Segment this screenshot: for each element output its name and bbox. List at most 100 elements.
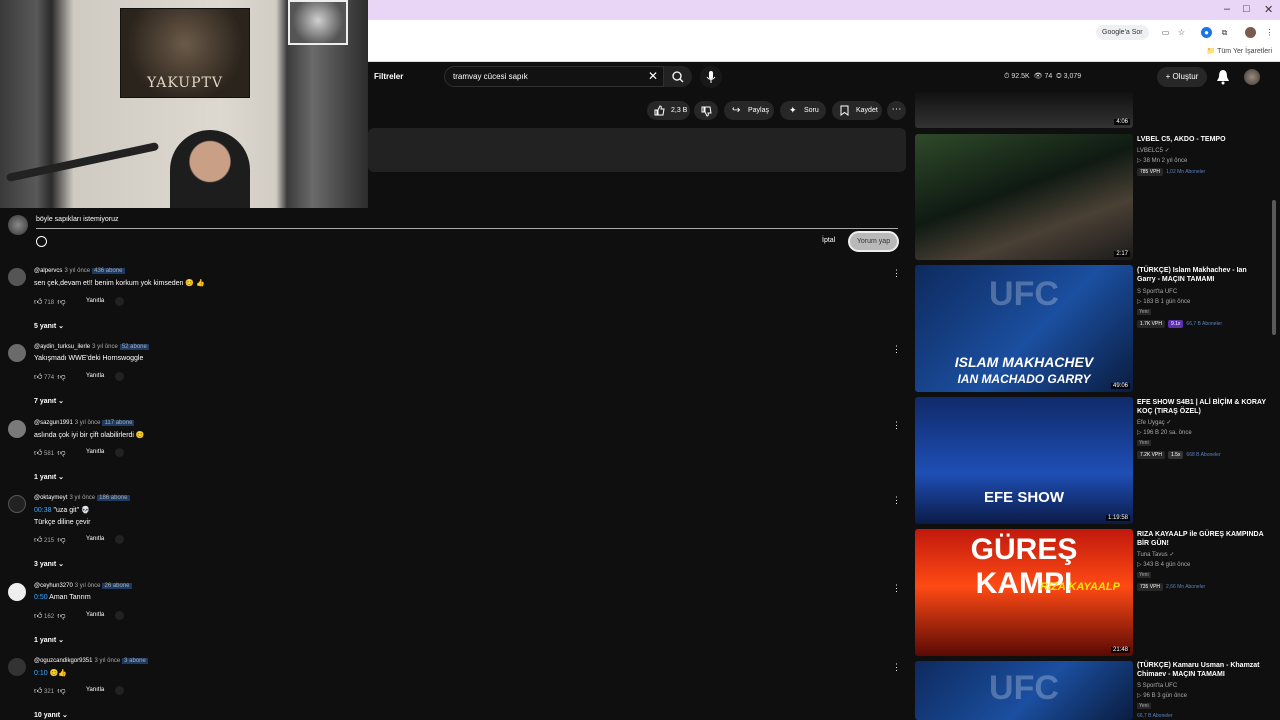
comment-like[interactable]: 👍︎ 215 👎︎ [34, 535, 66, 545]
timestamp-link[interactable]: 0:10 [34, 670, 48, 677]
account-avatar[interactable] [1244, 69, 1260, 85]
comment-avatar[interactable] [8, 420, 26, 438]
cancel-button[interactable]: İptal [822, 237, 835, 244]
comment-author[interactable]: @alpervcs [34, 268, 62, 274]
search-button[interactable] [664, 66, 692, 87]
comment-like[interactable]: 👍︎ 774 👎︎ [34, 372, 66, 382]
extension-icon[interactable]: ● [1201, 27, 1212, 38]
video-title[interactable]: RIZA KAYAALP ile GÜREŞ KAMPINDA BİR GÜN! [1137, 530, 1267, 548]
comment-like[interactable]: 👍︎ 718 👎︎ [34, 297, 66, 307]
video-channel[interactable]: S Sport'ta UFC [1137, 682, 1177, 691]
reply-button[interactable]: Yanıtla [86, 373, 104, 379]
video-channel[interactable]: Tuna Tavus ✓ [1137, 551, 1174, 560]
clear-search-icon[interactable]: ✕ [648, 69, 658, 83]
minimize-button[interactable]: – [1224, 3, 1230, 15]
video-stats: 1.7K VPH 9.1x 66,7 B Aboneler [1137, 320, 1222, 328]
video-title[interactable]: EFE SHOW S4B1 | ALİ BİÇİM & KORAY KOÇ (T… [1137, 398, 1267, 416]
comment-author[interactable]: @aydin_turksu_ilerle [34, 344, 90, 350]
like-button[interactable]: 2,3 B [647, 101, 690, 120]
share-button[interactable]: ↪ Paylaş [724, 101, 774, 120]
comment-like[interactable]: 👍︎ 581 👎︎ [34, 448, 66, 458]
star-icon[interactable]: ☆ [1176, 27, 1187, 38]
comment-meta: @aydin_turksu_ilerle 3 yıl önce 52 abone [34, 344, 149, 350]
reaction-dot [115, 535, 124, 544]
filters-button[interactable]: Filtreler [374, 72, 403, 81]
replies-toggle[interactable]: 5 yanıt ⌄ [34, 322, 64, 330]
puzzle-icon[interactable]: ⧉ [1219, 27, 1230, 38]
bell-icon[interactable] [1216, 69, 1230, 85]
reply-button[interactable]: Yanıtla [86, 298, 104, 304]
video-title[interactable]: (TÜRKÇE) Islam Makhachev - Ian Garry - M… [1137, 266, 1267, 284]
comment-author[interactable]: @oktaymeyt [34, 495, 67, 501]
reaction-dot [115, 297, 124, 306]
translate-link[interactable]: Türkçe diline çevir [34, 519, 90, 526]
video-channel[interactable]: Efe Uygaç ✓ [1137, 419, 1171, 428]
comment-like[interactable]: 👍︎ 321 👎︎ [34, 686, 66, 696]
emoji-icon[interactable] [36, 236, 47, 247]
video-title[interactable]: LVBEL C5, AKDO - TEMPO [1137, 135, 1267, 144]
bookmark-icon [840, 105, 849, 116]
replies-toggle[interactable]: 1 yanıt ⌄ [34, 473, 64, 481]
close-window-button[interactable]: ✕ [1264, 3, 1273, 16]
reply-button[interactable]: Yanıtla [86, 536, 104, 542]
profile-icon[interactable] [1245, 27, 1256, 38]
replies-toggle[interactable]: 3 yanıt ⌄ [34, 560, 64, 568]
voice-search-button[interactable] [700, 66, 722, 88]
comment-author[interactable]: @oguzcandikgor9351 [34, 658, 92, 664]
reply-button[interactable]: Yanıtla [86, 687, 104, 693]
video-title[interactable]: (TÜRKÇE) Kamaru Usman - Khamzat Chimaev … [1137, 661, 1267, 679]
submit-comment-button[interactable]: Yorum yap [848, 231, 899, 252]
video-channel[interactable]: S Sport'ta UFC [1137, 288, 1177, 297]
comment-avatar[interactable] [8, 268, 26, 286]
reaction-dot [115, 611, 124, 620]
video-thumbnail[interactable]: UFC [915, 661, 1133, 720]
ask-button[interactable]: ✦ Soru [780, 101, 826, 120]
more-actions-button[interactable]: ⋯ [887, 101, 906, 120]
description-box[interactable] [368, 128, 906, 172]
thumbs-up-icon: 👍︎ [34, 297, 43, 306]
comment-author[interactable]: @ceyhun3270 [34, 583, 73, 589]
comment-input[interactable]: böyle sapıkları istemiyoruz [36, 216, 118, 223]
comment-menu-icon[interactable]: ⋮ [892, 420, 901, 431]
comment-avatar[interactable] [8, 344, 26, 362]
create-button[interactable]: + Oluştur [1157, 67, 1207, 87]
search-value: tramvay cücesi sapık [453, 72, 528, 81]
video-stats: 7.2K VPH 1.5x 668 B Aboneler [1137, 451, 1221, 459]
timestamp-link[interactable]: 0:50 [34, 594, 48, 601]
replies-toggle[interactable]: 7 yanıt ⌄ [34, 397, 64, 405]
page-scrollbar[interactable] [1272, 200, 1276, 335]
comment-menu-icon[interactable]: ⋮ [892, 495, 901, 506]
reaction-dot [115, 686, 124, 695]
video-thumbnail[interactable]: UFC ISLAM MAKHACHEV IAN MACHADO GARRY 49… [915, 265, 1133, 392]
cast-icon[interactable]: ▭ [1160, 27, 1171, 38]
save-button[interactable]: Kaydet [832, 101, 882, 120]
comment-menu-icon[interactable]: ⋮ [892, 662, 901, 673]
comment-menu-icon[interactable]: ⋮ [892, 344, 901, 355]
comment-author[interactable]: @sazgun1991 [34, 420, 73, 426]
video-thumbnail[interactable]: 4:06 [915, 92, 1133, 128]
comment-like[interactable]: 👍︎ 162 👎︎ [34, 611, 66, 621]
reply-button[interactable]: Yanıtla [86, 449, 104, 455]
video-thumbnail[interactable]: 2:17 [915, 134, 1133, 260]
comment-avatar[interactable] [8, 658, 26, 676]
comment-avatar[interactable] [8, 495, 26, 513]
comment-menu-icon[interactable]: ⋮ [892, 583, 901, 594]
replies-toggle[interactable]: 1 yanıt ⌄ [34, 636, 64, 644]
reply-button[interactable]: Yanıtla [86, 612, 104, 618]
timestamp-link[interactable]: 00:38 [34, 507, 52, 514]
menu-dots-icon[interactable]: ⋮ [1264, 27, 1275, 38]
comment-menu-icon[interactable]: ⋮ [892, 268, 901, 279]
replies-toggle[interactable]: 10 yanıt ⌄ [34, 711, 68, 719]
comment-item: @alpervcs 3 yıl önce 436 abone sen çek,dev… [0, 268, 906, 343]
maximize-button[interactable]: □ [1243, 3, 1250, 15]
all-bookmarks[interactable]: 📁 Tüm Yer İşaretleri [1207, 47, 1272, 55]
thumbs-up-icon: 👍︎ [34, 372, 43, 381]
video-thumbnail[interactable]: GÜREŞ KAMPI RIZA KAYAALP 21:48 [915, 529, 1133, 656]
dislike-button[interactable] [694, 101, 718, 120]
search-input[interactable]: tramvay cücesi sapık [444, 66, 664, 87]
comment-meta: @sazgun1991 3 yıl önce 117 abone [34, 420, 135, 426]
google-ask-chip[interactable]: Google'a Sor [1096, 25, 1149, 40]
comment-avatar[interactable] [8, 583, 26, 601]
video-thumbnail[interactable]: EFE SHOW 1:19:58 [915, 397, 1133, 524]
video-channel[interactable]: LVBELC5 ✓ [1137, 147, 1170, 156]
